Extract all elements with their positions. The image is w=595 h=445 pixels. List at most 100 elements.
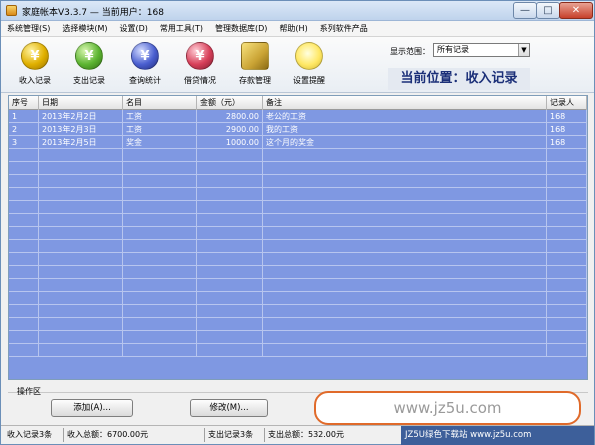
cell-index <box>9 162 39 175</box>
cell-index <box>9 214 39 227</box>
empty-table-row[interactable] <box>9 214 587 227</box>
cell-date <box>39 175 123 188</box>
add-button[interactable]: 添加(A)... <box>51 399 133 417</box>
column-header-recorder[interactable]: 记录人 <box>547 96 587 110</box>
cell-recorder: 168 <box>547 110 587 123</box>
maximize-button[interactable]: □ <box>536 2 560 19</box>
column-header-amount[interactable]: 金额（元） <box>197 96 263 110</box>
table-header: 序号 日期 名目 金额（元） 备注 记录人 <box>9 96 587 110</box>
cell-note <box>263 292 547 305</box>
app-window: 家庭帐本V3.3.7 — 当前用户：168 — □ ✕ 系统管理(S) 选择模块… <box>0 0 595 445</box>
empty-table-row[interactable] <box>9 279 587 292</box>
set-reminder-button[interactable]: 设置提醒 <box>285 40 333 92</box>
column-header-item[interactable]: 名目 <box>123 96 197 110</box>
yen-green-icon: ¥ <box>75 42 103 70</box>
menu-select-module[interactable]: 选择模块(M) <box>62 23 107 34</box>
cell-item: 奖金 <box>123 136 197 149</box>
cell-note <box>263 266 547 279</box>
deposit-manage-button[interactable]: 存款管理 <box>231 40 279 92</box>
column-header-note[interactable]: 备注 <box>263 96 547 110</box>
expense-record-button[interactable]: ¥ 支出记录 <box>65 40 113 92</box>
ops-area-label: 操作区 <box>17 387 41 396</box>
cell-note <box>263 149 547 162</box>
cell-index <box>9 331 39 344</box>
empty-table-row[interactable] <box>9 188 587 201</box>
empty-table-row[interactable] <box>9 305 587 318</box>
cell-recorder <box>547 240 587 253</box>
table-row[interactable]: 1 2013年2月2日 工资 2800.00 老公的工资 168 <box>9 110 587 123</box>
empty-table-row[interactable] <box>9 240 587 253</box>
table-row[interactable]: 3 2013年2月5日 奖金 1000.00 这个月的奖金 168 <box>9 136 587 149</box>
empty-table-row[interactable] <box>9 253 587 266</box>
table-body: 1 2013年2月2日 工资 2800.00 老公的工资 168 2 2013年2月3日 工资 2… <box>9 110 587 357</box>
empty-table-row[interactable] <box>9 292 587 305</box>
status-bar: 收入记录3条 收入总额：6700.00元 支出记录3条 支出总额：532.00元… <box>1 425 594 445</box>
menu-products[interactable]: 系列软件产品 <box>320 23 368 34</box>
income-record-button[interactable]: ¥ 收入记录 <box>11 40 59 92</box>
cell-index <box>9 344 39 357</box>
cell-note <box>263 305 547 318</box>
cell-recorder <box>547 188 587 201</box>
status-divider <box>204 428 205 442</box>
cell-recorder <box>547 266 587 279</box>
status-income-count: 收入记录3条 <box>7 430 53 439</box>
empty-table-row[interactable] <box>9 318 587 331</box>
cell-index <box>9 292 39 305</box>
menu-help[interactable]: 帮助(H) <box>279 23 307 34</box>
range-select[interactable]: 所有记录 ▼ <box>433 43 530 57</box>
status-divider <box>264 428 265 442</box>
cell-item <box>123 201 197 214</box>
records-table[interactable]: 序号 日期 名目 金额（元） 备注 记录人 1 2013年2月2日 工资 2800.0… <box>8 95 588 380</box>
cell-date: 2013年2月5日 <box>39 136 123 149</box>
cell-item <box>123 292 197 305</box>
cell-recorder <box>547 253 587 266</box>
empty-table-row[interactable] <box>9 331 587 344</box>
table-row[interactable]: 2 2013年2月3日 工资 2900.00 我的工资 168 <box>9 123 587 136</box>
column-header-date[interactable]: 日期 <box>39 96 123 110</box>
cell-date <box>39 318 123 331</box>
menu-system[interactable]: 系统管理(S) <box>7 23 50 34</box>
watermark-overlay: www.jz5u.com <box>314 391 581 425</box>
empty-table-row[interactable] <box>9 149 587 162</box>
cell-item <box>123 344 197 357</box>
title-bar: 家庭帐本V3.3.7 — 当前用户：168 — □ ✕ <box>1 1 594 21</box>
loan-icon: ¥ <box>186 42 214 70</box>
cell-recorder: 168 <box>547 136 587 149</box>
empty-table-row[interactable] <box>9 175 587 188</box>
menu-tools[interactable]: 常用工具(T) <box>160 23 203 34</box>
close-button[interactable]: ✕ <box>559 2 593 19</box>
income-record-label: 收入记录 <box>19 76 51 85</box>
cell-amount: 2800.00 <box>197 110 263 123</box>
cell-date <box>39 292 123 305</box>
column-header-index[interactable]: 序号 <box>9 96 39 110</box>
cell-item <box>123 305 197 318</box>
cell-index <box>9 201 39 214</box>
menu-database[interactable]: 管理数据库(D) <box>215 23 267 34</box>
query-stats-label: 查询统计 <box>129 76 161 85</box>
cell-index <box>9 279 39 292</box>
cell-index <box>9 318 39 331</box>
cell-item: 工资 <box>123 110 197 123</box>
cell-date <box>39 149 123 162</box>
chevron-down-icon[interactable]: ▼ <box>518 44 529 56</box>
cell-amount <box>197 292 263 305</box>
cell-amount: 1000.00 <box>197 136 263 149</box>
empty-table-row[interactable] <box>9 201 587 214</box>
empty-table-row[interactable] <box>9 344 587 357</box>
menu-settings[interactable]: 设置(D) <box>119 23 147 34</box>
cell-note <box>263 201 547 214</box>
cell-index <box>9 253 39 266</box>
expense-record-label: 支出记录 <box>73 76 105 85</box>
edit-button[interactable]: 修改(M)... <box>190 399 268 417</box>
loan-status-button[interactable]: ¥ 借贷情况 <box>176 40 224 92</box>
empty-table-row[interactable] <box>9 162 587 175</box>
empty-table-row[interactable] <box>9 227 587 240</box>
minimize-button[interactable]: — <box>513 2 537 19</box>
cell-recorder <box>547 279 587 292</box>
cell-amount: 2900.00 <box>197 123 263 136</box>
cell-note <box>263 175 547 188</box>
cell-amount <box>197 227 263 240</box>
query-stats-button[interactable]: ¥ 查询统计 <box>121 40 169 92</box>
empty-table-row[interactable] <box>9 266 587 279</box>
cell-date <box>39 214 123 227</box>
